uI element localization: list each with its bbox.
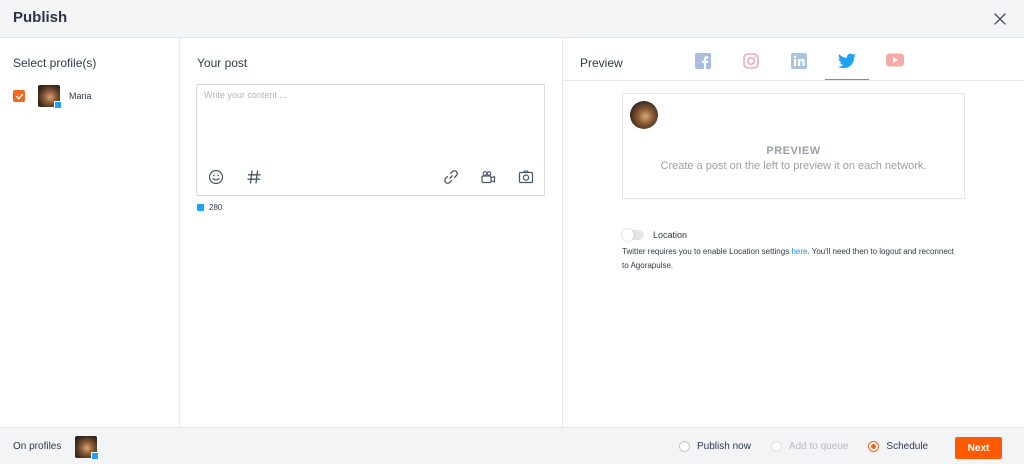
youtube-icon [886, 53, 904, 67]
location-label: Location [653, 230, 688, 240]
schedule-label: Schedule [886, 441, 929, 452]
schedule-radio[interactable]: Schedule [868, 441, 928, 452]
avatar [38, 85, 62, 109]
tab-instagram[interactable] [727, 50, 775, 81]
post-composer [196, 84, 545, 196]
preview-card: PREVIEW Create a post on the left to pre… [622, 93, 965, 199]
profiles-panel: Select profile(s) Maria [0, 38, 180, 427]
video-icon[interactable] [480, 169, 496, 185]
preview-label: Preview [580, 56, 623, 70]
twitter-badge-icon [91, 452, 99, 460]
close-icon[interactable] [992, 11, 1008, 27]
twitter-badge-icon [54, 101, 62, 109]
post-panel: Your post Write your content ... 280 [180, 38, 563, 427]
tab-linkedin[interactable] [775, 50, 823, 81]
preview-heading: PREVIEW [766, 145, 821, 157]
location-toggle[interactable] [622, 229, 644, 241]
profile-name: Maria [69, 91, 92, 101]
location-note: Twitter requires you to enable Location … [622, 245, 962, 273]
avatar [630, 101, 658, 129]
check-icon [15, 93, 23, 99]
location-settings-link[interactable]: here [791, 247, 807, 256]
dialog-footer: On profiles Publish now Add to queue Sch… [0, 427, 1024, 464]
publish-options: Publish now Add to queue Schedule [679, 441, 948, 452]
radio-dot [679, 441, 690, 452]
instagram-icon [743, 53, 759, 69]
tab-facebook[interactable] [679, 50, 727, 81]
next-button[interactable]: Next [955, 437, 1002, 459]
on-profiles-label: On profiles [13, 441, 62, 452]
post-label: Your post [197, 56, 248, 70]
tab-twitter[interactable] [823, 50, 871, 81]
hashtag-icon[interactable] [246, 169, 262, 185]
twitter-char-count: 280 [197, 203, 222, 212]
location-note-text: Twitter requires you to enable Location … [622, 247, 792, 256]
profile-item-maria[interactable]: Maria [13, 84, 92, 109]
publish-dialog: Publish Select profile(s) Maria Your pos… [0, 0, 1024, 464]
add-to-queue-radio: Add to queue [770, 441, 849, 452]
facebook-icon [695, 53, 711, 69]
twitter-icon [197, 204, 204, 211]
tab-youtube[interactable] [871, 50, 919, 81]
publish-now-label: Publish now [697, 441, 751, 452]
linkedin-icon [791, 53, 807, 69]
char-count-value: 280 [209, 203, 223, 212]
link-icon[interactable] [443, 169, 459, 185]
add-to-queue-label: Add to queue [788, 441, 849, 452]
preview-divider [563, 80, 1024, 81]
dialog-title: Publish [13, 9, 68, 26]
profile-checkbox[interactable] [13, 90, 25, 102]
emoji-icon[interactable] [208, 169, 224, 185]
radio-dot [770, 441, 782, 452]
profiles-label: Select profile(s) [13, 56, 97, 70]
camera-icon[interactable] [518, 169, 534, 185]
twitter-icon [838, 53, 856, 69]
preview-description: Create a post on the left to preview it … [660, 160, 927, 172]
radio-dot [868, 441, 880, 452]
avatar [75, 436, 99, 460]
network-tabs [679, 50, 919, 81]
post-content-input[interactable] [204, 90, 538, 160]
publish-now-radio[interactable]: Publish now [679, 441, 751, 452]
preview-panel: Preview PREVIEW Create a post on the lef… [563, 38, 1024, 427]
dialog-header: Publish [0, 0, 1024, 38]
